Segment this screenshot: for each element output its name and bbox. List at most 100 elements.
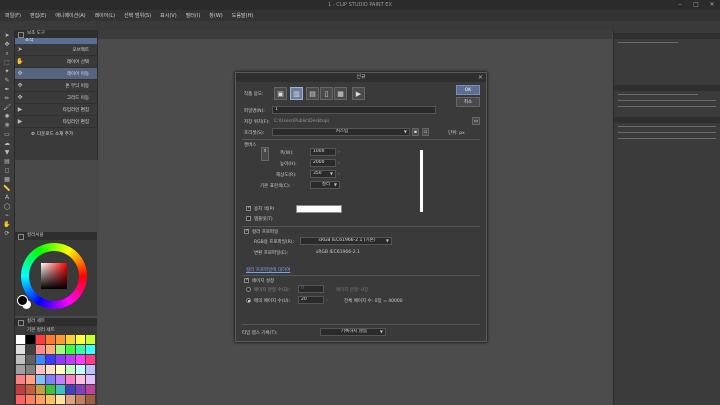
filename-input[interactable]: 1 (272, 106, 436, 114)
color-profile-checkbox[interactable] (244, 228, 249, 234)
resolution-unit-icon[interactable]: › (338, 172, 340, 177)
color-swatch[interactable] (76, 395, 85, 404)
dialog-close-button[interactable]: ✕ (478, 73, 483, 82)
color-swatch[interactable] (66, 385, 75, 394)
menu-selection[interactable]: 선택 범위(S) (124, 12, 151, 19)
move-tool-icon[interactable]: ✥ (3, 42, 11, 48)
color-swatch[interactable] (26, 375, 35, 384)
subtool-item-move-layer[interactable]: ✥ 레이어 이동 (15, 68, 97, 80)
color-swatch[interactable] (46, 375, 55, 384)
color-swatch[interactable] (86, 355, 95, 364)
width-unit-icon[interactable]: › (338, 150, 340, 155)
airbrush-tool-icon[interactable]: ✺ (3, 114, 11, 120)
balloon-tool-icon[interactable]: ◯ (3, 204, 11, 210)
figure-tool-icon[interactable]: ◻ (3, 168, 11, 174)
operation-tool-icon[interactable]: ➤ (3, 33, 11, 39)
rgb-profile-select[interactable]: sRGB IEC61966-2.1 (기본) ▼ (300, 237, 392, 245)
panel-checkbox-icon[interactable] (18, 32, 24, 38)
height-input[interactable]: 2000 (310, 159, 336, 167)
selection-tool-icon[interactable]: ⬚ (3, 60, 11, 66)
maximize-button[interactable]: □ (688, 0, 704, 10)
color-swatch[interactable] (26, 335, 35, 344)
paper-color-swatch[interactable] (296, 205, 342, 213)
width-input[interactable]: 1000 (310, 148, 336, 156)
ok-button[interactable]: OK (456, 85, 480, 95)
subtool-item-move-tone[interactable]: ✥ 톤 무늬 이동 (15, 80, 97, 92)
decoration-tool-icon[interactable]: ❋ (3, 123, 11, 129)
main-color-swatch[interactable] (17, 295, 28, 306)
color-swatch[interactable] (46, 345, 55, 354)
delete-preset-icon[interactable]: ▫ (422, 128, 429, 136)
text-tool-icon[interactable]: A (3, 195, 11, 201)
animation-icon[interactable]: ▶ (352, 87, 365, 100)
menu-edit[interactable]: 편집(E) (30, 12, 46, 19)
menu-window[interactable]: 창(W) (209, 12, 222, 19)
color-swatch[interactable] (56, 385, 65, 394)
color-swatch[interactable] (76, 375, 85, 384)
minimize-button[interactable]: – (672, 0, 688, 10)
auto-select-tool-icon[interactable]: ✦ (3, 69, 11, 75)
pages-radio[interactable] (246, 298, 251, 303)
save-preset-icon[interactable]: ▪ (412, 128, 419, 136)
eyedropper-tool-icon[interactable]: ✎ (3, 78, 11, 84)
color-swatch[interactable] (36, 365, 45, 374)
color-swatch[interactable] (86, 365, 95, 374)
page-setting-checkbox[interactable] (244, 277, 249, 283)
illustration-icon[interactable]: ▣ (274, 87, 287, 100)
color-swatch[interactable] (46, 365, 55, 374)
subtool-item-select-layer[interactable]: ✋ 레이어 선택 (15, 56, 97, 68)
color-swatch[interactable] (56, 345, 65, 354)
eraser-tool-icon[interactable]: ▭ (3, 132, 11, 138)
panel-checkbox-icon[interactable] (18, 234, 24, 240)
subtool-item-move-grid[interactable]: ✥ 그리드 이동 (15, 92, 97, 104)
pen-tool-icon[interactable]: ✒ (3, 87, 11, 93)
color-swatch[interactable] (56, 355, 65, 364)
line-correction-tool-icon[interactable]: ⌁ (3, 213, 11, 219)
frames-input[interactable]: 0 (298, 285, 324, 293)
print-icon[interactable]: ▦ (334, 87, 347, 100)
color-swatch[interactable] (76, 385, 85, 394)
pages-spin-icon[interactable]: › (326, 298, 328, 303)
color-swatch[interactable] (66, 395, 75, 404)
frames-radio[interactable] (246, 287, 251, 292)
color-swatch[interactable] (86, 395, 95, 404)
color-swatch[interactable] (46, 395, 55, 404)
ruler-tool-icon[interactable]: 📏 (3, 186, 11, 192)
color-swatch[interactable] (26, 365, 35, 374)
color-swatch[interactable] (26, 395, 35, 404)
color-swatch[interactable] (76, 345, 85, 354)
color-swatch[interactable] (26, 345, 35, 354)
color-swatch[interactable] (46, 355, 55, 364)
frame-tool-icon[interactable]: ▦ (3, 177, 11, 183)
template-checkbox[interactable] (246, 216, 251, 221)
paper-color-checkbox[interactable] (246, 205, 251, 211)
color-swatch[interactable] (66, 345, 75, 354)
color-swatch[interactable] (16, 395, 25, 404)
subtool-item-object[interactable]: ➤ 오브젝트 (15, 44, 97, 56)
hand-tool-icon[interactable]: ✋ (3, 222, 11, 228)
color-swatch[interactable] (16, 335, 25, 344)
color-swatch[interactable] (46, 385, 55, 394)
color-swatch[interactable] (86, 375, 95, 384)
zoom-tool-icon[interactable]: ⌕ (3, 51, 11, 57)
menu-filter[interactable]: 필터(I) (186, 12, 201, 19)
color-set-selector[interactable]: 기본 컬러 세트 (27, 327, 55, 333)
color-swatch[interactable] (16, 355, 25, 364)
color-swatch[interactable] (36, 335, 45, 344)
menu-view[interactable]: 표시(V) (160, 12, 177, 19)
color-swatch[interactable] (16, 375, 25, 384)
color-swatch[interactable] (76, 355, 85, 364)
main-sub-color[interactable] (17, 295, 31, 309)
color-swatch[interactable] (66, 335, 75, 344)
pencil-tool-icon[interactable]: ✏ (3, 96, 11, 102)
color-swatch[interactable] (26, 385, 35, 394)
color-swatch[interactable] (56, 335, 65, 344)
color-profile-link[interactable]: 컬러 프로파일에 대하여 (246, 267, 290, 273)
add-download-material-button[interactable]: ⚙ 다운로드 소재 추가 (15, 128, 97, 140)
color-swatch[interactable] (36, 395, 45, 404)
subtool-item-timeline-2[interactable]: ▶ 타임라인 편집 (15, 116, 97, 128)
color-swatch[interactable] (66, 375, 75, 384)
fill-tool-icon[interactable]: ▼ (3, 150, 11, 156)
base-color-select[interactable]: 컬러 ▼ (310, 181, 340, 189)
panel-checkbox-icon[interactable] (18, 320, 24, 326)
